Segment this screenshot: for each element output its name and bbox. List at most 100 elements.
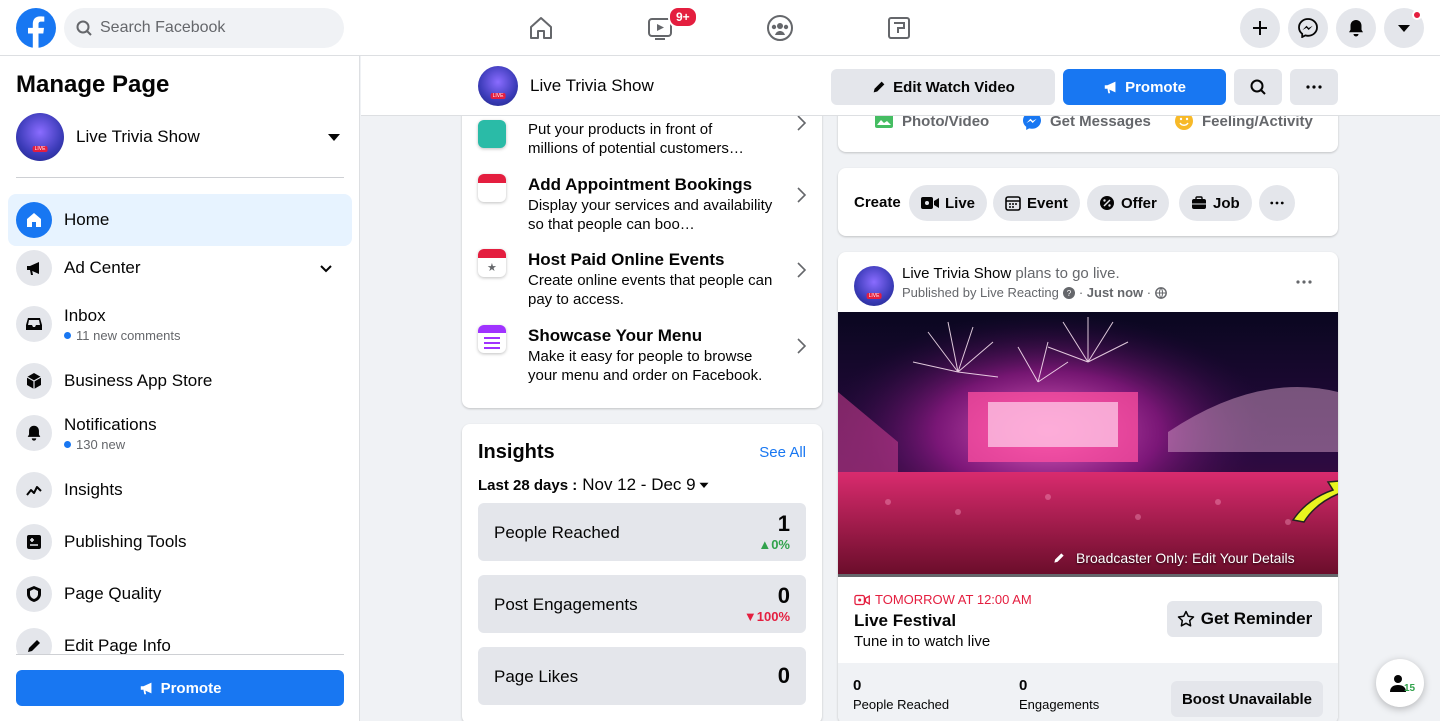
video-progress-track bbox=[838, 574, 1338, 577]
post-stats-bar: 0 People Reached 0 Engagements Boost Una… bbox=[838, 663, 1338, 721]
sidebar-divider bbox=[16, 654, 344, 655]
date-range-label: Last 28 days : bbox=[478, 476, 578, 494]
search-bar[interactable]: Search Facebook bbox=[64, 8, 344, 48]
boost-unavailable-button[interactable]: Boost Unavailable bbox=[1171, 681, 1323, 717]
insights-date-range[interactable]: Last 28 days : Nov 12 - Dec 9 bbox=[478, 475, 710, 495]
sidebar-item-business-app-store[interactable]: Business App Store bbox=[8, 355, 352, 407]
page-avatar[interactable]: LIVE bbox=[478, 66, 518, 106]
sidebar-item-label: Business App Store bbox=[64, 371, 213, 390]
tip-description: Put your products in front of millions o… bbox=[528, 121, 744, 157]
insights-chart-icon bbox=[16, 472, 52, 508]
messenger-icon bbox=[1298, 18, 1318, 38]
plus-icon bbox=[1253, 21, 1267, 35]
edit-watch-video-button[interactable]: Edit Watch Video bbox=[831, 69, 1055, 105]
chevron-right-icon bbox=[797, 262, 807, 278]
post-timestamp[interactable]: Just now bbox=[1087, 285, 1143, 300]
chevron-right-icon bbox=[797, 338, 807, 354]
tip-title: Add Appointment Bookings bbox=[528, 175, 753, 194]
create-live-button[interactable]: Live bbox=[909, 185, 988, 221]
shield-icon bbox=[16, 576, 52, 612]
contacts-floating-button[interactable]: 15 bbox=[1376, 659, 1424, 707]
page-switcher-name: Live Trivia Show bbox=[76, 127, 200, 146]
insights-row-people-reached[interactable]: People Reached 1 ▲0% bbox=[478, 503, 806, 561]
page-search-button[interactable] bbox=[1234, 69, 1282, 105]
sidebar-item-edit-page-info[interactable]: Edit Page Info bbox=[8, 620, 352, 654]
tip-item[interactable]: ★ Host Paid Online Events Create online … bbox=[478, 249, 808, 309]
metric-delta-value: 0% bbox=[771, 537, 790, 552]
sidebar-item-label: Ad Center bbox=[64, 258, 141, 277]
tip-text: Put your products in front of millions o… bbox=[528, 120, 758, 158]
sidebar-item-label: Home bbox=[64, 210, 110, 229]
page-name[interactable]: Live Trivia Show bbox=[530, 76, 654, 96]
sidebar-promote-button[interactable]: Promote bbox=[16, 670, 344, 706]
sidebar-item-sublabel: 130 new bbox=[76, 436, 126, 452]
date-range-value: Nov 12 - Dec 9 bbox=[582, 475, 696, 494]
megaphone-icon bbox=[16, 250, 52, 286]
sidebar-item-sub: 130 new bbox=[64, 437, 157, 452]
broadcaster-edit-overlay[interactable]: Broadcaster Only: Edit Your Details bbox=[1052, 550, 1295, 566]
tip-text: Host Paid Online Events Create online ev… bbox=[528, 249, 778, 309]
engagements-value: 0 bbox=[1019, 677, 1028, 694]
insights-row-post-engagements[interactable]: Post Engagements 0 ▼100% bbox=[478, 575, 806, 633]
create-job-button[interactable]: Job bbox=[1179, 185, 1252, 221]
offer-tag-icon bbox=[1100, 196, 1114, 210]
chevron-right-icon bbox=[797, 187, 807, 203]
megaphone-icon bbox=[1104, 81, 1116, 94]
post-action-text: plans to go live. bbox=[1015, 265, 1120, 282]
metric-delta-value: 100% bbox=[756, 609, 790, 624]
create-button[interactable] bbox=[1240, 8, 1280, 48]
boost-label: Boost Unavailable bbox=[1181, 690, 1313, 708]
post-author-avatar[interactable]: LIVE bbox=[854, 266, 894, 306]
groups-icon[interactable] bbox=[766, 14, 794, 42]
tip-description: Make it easy for people to browse your m… bbox=[528, 348, 763, 384]
watch-notification-badge: 9+ bbox=[668, 6, 698, 28]
bell-icon bbox=[16, 415, 52, 451]
create-more-button[interactable] bbox=[1259, 185, 1295, 221]
create-offer-button[interactable]: Offer bbox=[1087, 185, 1169, 221]
edit-watch-video-label: Edit Watch Video bbox=[893, 78, 1015, 96]
sidebar-item-sublabel: 11 new comments bbox=[76, 327, 181, 343]
search-input[interactable]: Search Facebook bbox=[100, 19, 225, 37]
overlay-text: Broadcaster Only: Edit Your Details bbox=[1076, 550, 1295, 566]
sidebar-item-insights[interactable]: Insights bbox=[8, 464, 352, 516]
post-cover-image[interactable]: Broadcaster Only: Edit Your Details bbox=[838, 312, 1338, 575]
metric-value: 0 bbox=[777, 583, 790, 608]
facebook-logo-icon[interactable] bbox=[16, 8, 56, 48]
tip-item[interactable]: Add Appointment Bookings Display your se… bbox=[478, 174, 808, 234]
festival-image bbox=[838, 312, 1338, 575]
pages-icon[interactable] bbox=[885, 14, 913, 42]
people-reached-label: People Reached bbox=[853, 697, 950, 712]
sidebar-item-label: Publishing Tools bbox=[64, 532, 187, 551]
event-title: Live Festival bbox=[854, 611, 957, 630]
sidebar-item-inbox[interactable]: Inbox 11 new comments bbox=[8, 298, 352, 350]
get-reminder-button[interactable]: Get Reminder bbox=[1167, 601, 1322, 637]
manage-page-sidebar: Manage Page LIVE Live Trivia Show Home A… bbox=[0, 56, 360, 721]
sidebar-item-page-quality[interactable]: Page Quality bbox=[8, 568, 352, 620]
create-event-button[interactable]: Event bbox=[993, 185, 1080, 221]
create-label: Create bbox=[854, 194, 901, 211]
search-icon bbox=[76, 20, 92, 36]
tip-item[interactable]: Put your products in front of millions o… bbox=[478, 115, 808, 158]
sidebar-item-notifications[interactable]: Notifications 130 new bbox=[8, 407, 352, 459]
page-more-button[interactable] bbox=[1290, 69, 1338, 105]
get-reminder-label: Get Reminder bbox=[1200, 609, 1313, 628]
post-header-line: Live Trivia Show plans to go live. bbox=[902, 265, 1167, 282]
promote-button[interactable]: Promote bbox=[1063, 69, 1226, 105]
home-icon[interactable] bbox=[527, 14, 555, 42]
metric-label: Page Likes bbox=[494, 667, 579, 686]
sidebar-item-publishing-tools[interactable]: Publishing Tools bbox=[8, 516, 352, 568]
sidebar-item-home[interactable]: Home bbox=[8, 194, 352, 246]
insights-row-page-likes[interactable]: Page Likes 0 bbox=[478, 647, 806, 705]
notifications-button[interactable] bbox=[1336, 8, 1376, 48]
page-switcher[interactable]: LIVE Live Trivia Show bbox=[16, 112, 344, 162]
insights-see-all-link[interactable]: See All bbox=[759, 444, 806, 461]
help-icon[interactable]: ? bbox=[1062, 286, 1075, 299]
sidebar-item-ad-center[interactable]: Ad Center bbox=[8, 242, 352, 294]
tip-item[interactable]: Showcase Your Menu Make it easy for peop… bbox=[478, 325, 808, 385]
messenger-button[interactable] bbox=[1288, 8, 1328, 48]
chevron-down-icon[interactable] bbox=[318, 260, 334, 276]
sidebar-scroll-clip: Edit Page Info bbox=[0, 620, 360, 654]
post-author-name[interactable]: Live Trivia Show bbox=[902, 265, 1011, 282]
post-more-icon[interactable] bbox=[1296, 280, 1312, 284]
calendar-icon bbox=[1005, 196, 1021, 211]
